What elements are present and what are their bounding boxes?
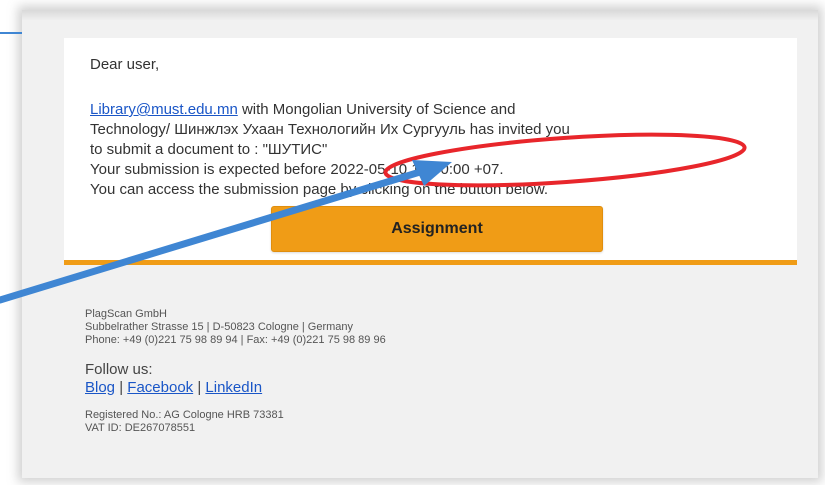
body-line-1: Library@must.edu.mn with Mongolian Unive… <box>90 100 790 120</box>
left-edge-mark <box>0 32 22 40</box>
registration-number: Registered No.: AG Cologne HRB 73381 <box>85 409 284 421</box>
company-phone: Phone: +49 (0)221 75 98 89 94 | Fax: +49… <box>85 334 386 346</box>
card-accent-rule <box>64 260 797 265</box>
email-body: Library@must.edu.mn with Mongolian Unive… <box>90 100 790 200</box>
email-card: Dear user, Library@must.edu.mn with Mong… <box>64 38 797 262</box>
top-strip <box>22 10 818 20</box>
vat-id: VAT ID: DE267078551 <box>85 422 196 434</box>
social-links: Blog | Facebook | LinkedIn <box>85 378 386 397</box>
body-line-1-rest: with Mongolian University of Science and <box>237 101 516 118</box>
access-line: You can access the submission page by cl… <box>90 181 549 198</box>
deadline-line: Your submission is expected before 2022-… <box>90 161 504 178</box>
greeting: Dear user, <box>90 56 160 73</box>
facebook-link[interactable]: Facebook <box>127 379 193 396</box>
blog-link[interactable]: Blog <box>85 379 115 396</box>
footer: PlagScan GmbH Subbelrather Strasse 15 | … <box>85 308 386 435</box>
body-line-3: to submit a document to : "ШУТИС" <box>90 141 328 158</box>
company-name: PlagScan GmbH <box>85 308 167 320</box>
link-separator: | <box>197 379 202 396</box>
assignment-button[interactable]: Assignment <box>271 206 603 252</box>
body-line-2: Technology/ Шинжлэх Ухаан Технологийн Их… <box>90 121 570 138</box>
linkedin-link[interactable]: LinkedIn <box>205 379 262 396</box>
link-separator: | <box>119 379 124 396</box>
company-address: Subbelrather Strasse 15 | D-50823 Cologn… <box>85 321 354 333</box>
follow-us-label: Follow us: <box>85 361 153 378</box>
screenshot-frame: Dear user, Library@must.edu.mn with Mong… <box>22 10 818 478</box>
sender-email-link[interactable]: Library@must.edu.mn <box>90 101 238 118</box>
